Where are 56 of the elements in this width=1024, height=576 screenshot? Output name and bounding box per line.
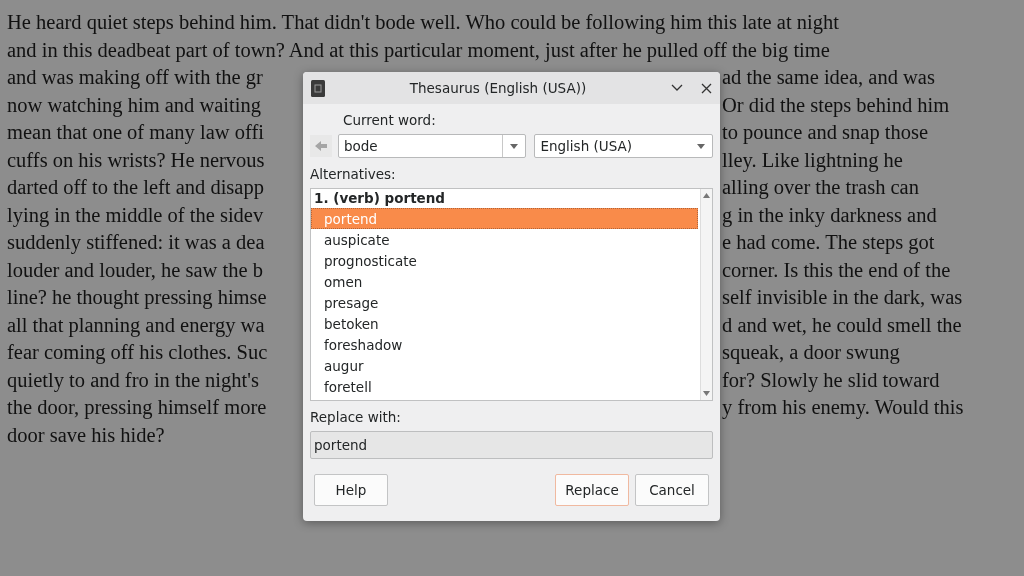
text-line: d and wet, he could smell the bbox=[722, 312, 962, 338]
text-line: squeak, a door swung bbox=[722, 340, 900, 366]
scroll-up-icon[interactable] bbox=[703, 193, 710, 198]
arrow-left-icon bbox=[313, 140, 328, 152]
text-line: lying in the middle of the sidev bbox=[7, 202, 264, 229]
text-line: and in this deadbeat part of town? And at this particular moment, just after he pulled off the big time bbox=[7, 37, 830, 64]
text-line: line? he thought pressing himse bbox=[7, 285, 267, 311]
text-line: ad the same idea, and was bbox=[722, 65, 935, 90]
list-item[interactable]: foreshadow bbox=[311, 334, 698, 355]
list-item[interactable]: presage bbox=[311, 292, 698, 313]
field-label: Replace with: bbox=[310, 409, 402, 425]
text-line: corner. Is this the end of the bbox=[722, 257, 951, 283]
text-line: quietly to and fro in the night's bbox=[7, 367, 259, 394]
text-line: fear coming off his clothes. Suc bbox=[7, 340, 268, 366]
text-line: door save his hide? bbox=[7, 422, 165, 448]
window-title: Thesaurus (English (USA)) bbox=[408, 80, 588, 96]
text-line: self invisible in the dark, was bbox=[722, 285, 963, 310]
text-line: mean that one of many law offi bbox=[7, 120, 264, 146]
list-item[interactable]: prognosticate bbox=[311, 250, 698, 271]
text-line: to pounce and snap those bbox=[722, 120, 929, 146]
dialog-button[interactable]: Replace bbox=[555, 474, 629, 506]
text-line: Or did the steps behind him bbox=[722, 92, 950, 119]
list-item[interactable]: augur bbox=[311, 355, 698, 376]
text-line: He heard quiet steps behind him. That didn't bode well. Who could be following him this late at night bbox=[7, 10, 839, 36]
list-item[interactable]: auspicate bbox=[311, 229, 698, 250]
field-label: Alternatives: bbox=[310, 166, 397, 182]
list-heading: 1. (verb) portend bbox=[313, 189, 447, 208]
list-item[interactable]: omen bbox=[311, 271, 698, 292]
text-line: louder and louder, he saw the b bbox=[7, 257, 263, 283]
text-line: lley. Like lightning he bbox=[722, 147, 903, 174]
text-line: the door, pressing himself more bbox=[7, 395, 267, 421]
text-line: for? Slowly he slid toward bbox=[722, 367, 940, 394]
text-line: now watching him and waiting bbox=[7, 92, 261, 119]
text-line: all that planning and energy wa bbox=[7, 312, 265, 339]
close-icon[interactable] bbox=[701, 82, 712, 94]
dialog-button[interactable]: Cancel bbox=[635, 474, 709, 506]
text-line: suddenly stiffened: it was a dea bbox=[7, 230, 265, 256]
text-line: darted off to the left and disapp bbox=[7, 175, 264, 201]
field-label: Current word: bbox=[343, 112, 437, 128]
text-line: e had come. The steps got bbox=[722, 230, 935, 256]
dropdown-icon bbox=[510, 143, 519, 149]
list-item[interactable]: foretell bbox=[311, 376, 698, 397]
text-line: y from his enemy. Would this bbox=[722, 395, 964, 421]
word-combobox[interactable]: bode bbox=[337, 134, 527, 158]
text-line: and was making off with the gr bbox=[7, 65, 263, 91]
minimize-icon[interactable] bbox=[671, 84, 683, 92]
text-line: g in the inky darkness and bbox=[722, 202, 937, 229]
text-line: cuffs on his wrists? He nervous bbox=[7, 147, 265, 173]
scroll-down-icon[interactable] bbox=[703, 391, 710, 396]
text-line: alling over the trash can bbox=[722, 175, 919, 201]
list-item[interactable]: betoken bbox=[311, 313, 698, 334]
dialog-button[interactable]: Help bbox=[314, 474, 388, 506]
language-combobox[interactable]: English (USA) bbox=[534, 134, 713, 158]
document-icon bbox=[311, 79, 325, 97]
replace-field[interactable]: portend bbox=[310, 431, 713, 459]
dropdown-icon bbox=[697, 143, 705, 149]
